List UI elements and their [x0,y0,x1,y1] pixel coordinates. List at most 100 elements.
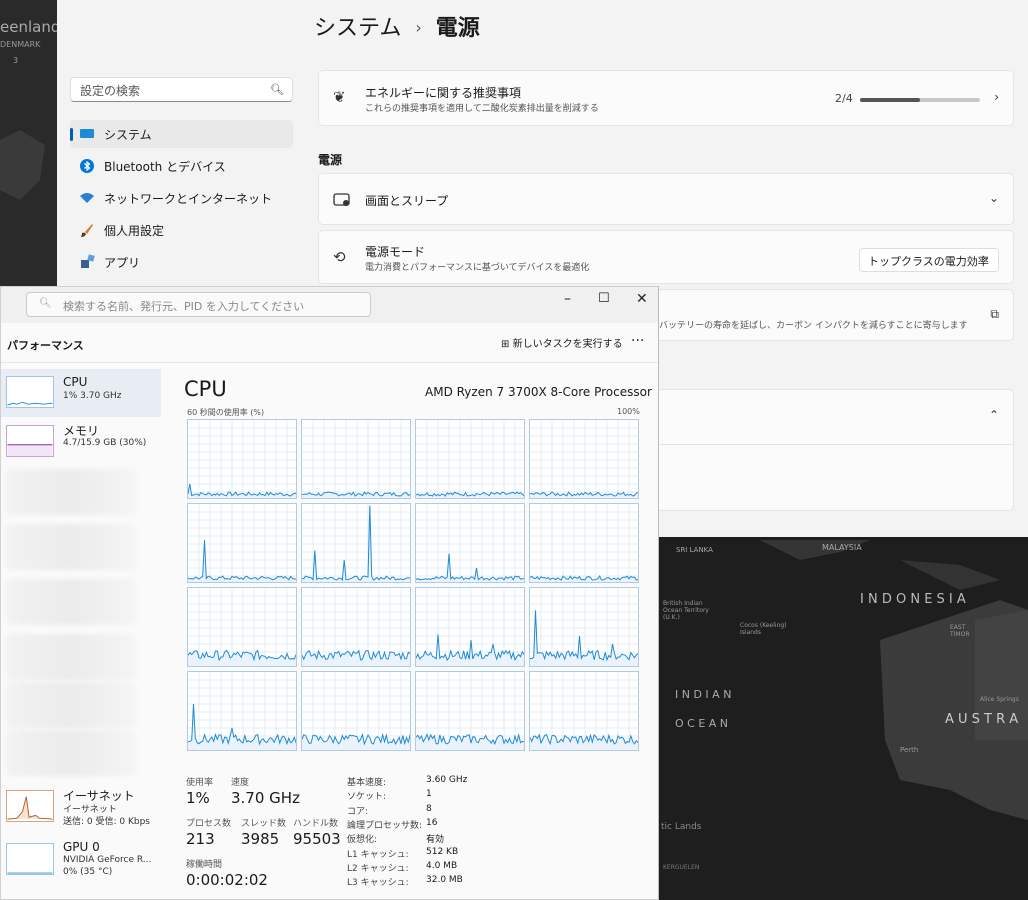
handle-count-label: ハンドル数 [293,819,339,829]
leaf-icon: ❦ [333,88,346,106]
sidebar-item-label: ネットワークとインターネット [104,191,273,206]
memory-thumbnail-graph [6,425,54,457]
info-value: 3.60 GHz [426,775,468,785]
energy-progress-text: 2/4 [835,92,853,105]
info-value: 8 [426,803,432,814]
sidebar-gpu-sub: NVIDIA GeForce R... [63,855,152,865]
power-mode-select[interactable]: トップクラスの電力効率 ⌄ [859,248,999,272]
sidebar-item-network[interactable]: ネットワークとインターネット [70,184,293,212]
process-search-placeholder: 検索する名前、発行元、PID を入力してください [63,300,305,313]
logical-processor-graph [529,503,639,583]
gpu-thumbnail-graph [6,843,54,875]
power-mode-title: 電源モード [365,245,426,259]
apps-icon [81,254,95,268]
blurred-sidebar-item[interactable] [6,469,136,515]
energy-recommendations-card[interactable]: ❦ エネルギーに関する推奨事項 これらの推奨事項を適用して二酸化炭素排出量を削減… [318,70,1014,126]
process-count-value: 213 [186,830,215,848]
logical-processor-graph [187,587,297,667]
external-link-icon[interactable]: ⧉ [990,307,999,322]
wp-label-ocean: O C E A N [675,717,729,730]
task-manager-window: 🔍︎ 検索する名前、発行元、PID を入力してください – ☐ ✕ パフォーマン… [0,286,659,900]
power-mode-subtitle: 電力消費とパフォーマンスに基づいてデバイスを最適化 [365,263,590,273]
wp-label-srilanka: SRI LANKA [676,546,713,554]
chevron-down-icon[interactable]: ⌄ [989,191,999,205]
info-value: 32.0 MB [426,875,463,886]
sidebar-item-system[interactable]: システム [70,120,293,148]
sidebar-item-ethernet[interactable]: イーサネット イーサネット 送信: 0 受信: 0 Kbps [1,785,161,833]
bluetooth-icon [80,159,94,173]
wp-label-kerguelen: KERGUELEN [663,864,700,871]
breadcrumb-system[interactable]: システム [314,16,401,41]
wp-label-australia: A U S T R A [945,712,1019,727]
battery-text: バッテリーの寿命を延ばし、カーボン インパクトを減らすことに寄与します [659,321,968,331]
energy-subtitle: これらの推奨事項を適用して二酸化炭素排出量を削減する [365,104,599,114]
wifi-icon [80,193,94,203]
blurred-sidebar-item[interactable] [6,634,136,680]
sidebar-item-cpu[interactable]: CPU 1% 3.70 GHz [1,369,161,417]
energy-progress-fill [860,98,920,102]
sidebar-memory-sub: 4.7/15.9 GB (30%) [63,438,147,448]
search-icon: 🔍︎ [39,298,52,309]
blurred-sidebar-item[interactable] [6,682,136,728]
sidebar-item-apps[interactable]: アプリ [70,248,293,276]
logical-processor-graph [529,419,639,499]
uptime-label: 稼働時間 [186,860,223,870]
ethernet-thumbnail-graph [6,790,54,822]
process-search-input[interactable]: 🔍︎ 検索する名前、発行元、PID を入力してください [26,292,371,317]
wp-label-cocos: Cocos (Keeling) Islands [740,622,787,636]
blurred-sidebar-item[interactable] [6,730,136,776]
wp-label-malaysia: MALAYSIA [822,543,862,552]
new-task-label: 新しいタスクを実行する [512,339,623,350]
logical-processor-graph [301,419,411,499]
wp-label-greenland: eenland [0,18,61,36]
info-value: 16 [426,817,438,828]
sidebar-item-gpu[interactable]: GPU 0 NVIDIA GeForce R... 0% (35 °C) [1,838,161,886]
blurred-sidebar-item[interactable] [6,579,136,625]
chevron-right-icon[interactable]: › [994,90,999,104]
logical-processor-graph [415,587,525,667]
close-button[interactable]: ✕ [636,291,648,307]
new-task-icon: ⊞ [501,339,510,350]
sidebar-item-memory[interactable]: メモリ 4.7/15.9 GB (30%) [1,419,161,467]
brush-icon [81,224,93,237]
logical-processor-graph [301,587,411,667]
screen-sleep-icon [333,193,350,206]
handle-count-value: 95503 [293,830,341,848]
cpu-title: CPU [184,377,227,401]
info-key: ソケット: [347,792,387,803]
chevron-up-icon[interactable]: ⌃ [989,408,999,422]
logical-processor-graph [301,671,411,751]
minimize-button[interactable]: – [564,291,571,307]
cpu-model-name: AMD Ryzen 7 3700X 8-Core Processor [425,385,652,399]
power-mode-card: ⟲ 電源モード 電力消費とパフォーマンスに基づいてデバイスを最適化 トップクラス… [318,230,1014,284]
sidebar-item-bluetooth[interactable]: Bluetooth とデバイス [70,152,293,180]
maximize-button[interactable]: ☐ [598,291,610,306]
chevron-down-icon: ⌄ [982,253,990,263]
sidebar-item-label: システム [104,127,152,142]
speed-label: 速度 [231,778,250,788]
sidebar-gpu-name: GPU 0 [63,840,100,854]
blurred-sidebar-item[interactable] [6,524,136,570]
new-task-button[interactable]: ⊞ 新しいタスクを実行する [501,335,623,350]
info-key: L2 キャッシュ: [347,863,409,874]
sidebar-gpu-sub2: 0% (35 °C) [63,867,113,877]
info-key: 基本速度: [347,778,387,788]
cpu-thumbnail-graph [6,376,54,408]
more-options-icon[interactable]: ··· [631,333,644,349]
sidebar-item-label: Bluetooth とデバイス [104,159,226,174]
screen-sleep-card[interactable]: 画面とスリープ ⌄ [318,173,1014,225]
info-key: L3 キャッシュ: [347,878,409,889]
info-value: 512 KB [426,846,459,857]
sidebar-item-label: 個人用設定 [104,223,165,238]
usage-label: 使用率 [186,778,214,788]
logical-processor-graph [415,419,525,499]
process-count-label: プロセス数 [186,819,232,829]
sidebar-item-personalization[interactable]: 個人用設定 [70,216,293,244]
thread-count-value: 3985 [241,830,280,848]
usage-value: 1% [186,789,210,807]
wp-label-3: 3 [13,56,19,65]
settings-search-input[interactable]: 設定の検索 🔍︎ [70,77,293,102]
speed-value: 3.70 GHz [231,789,300,807]
wp-label-denmark: DENMARK [0,40,41,49]
search-icon[interactable]: 🔍︎ [270,83,284,96]
